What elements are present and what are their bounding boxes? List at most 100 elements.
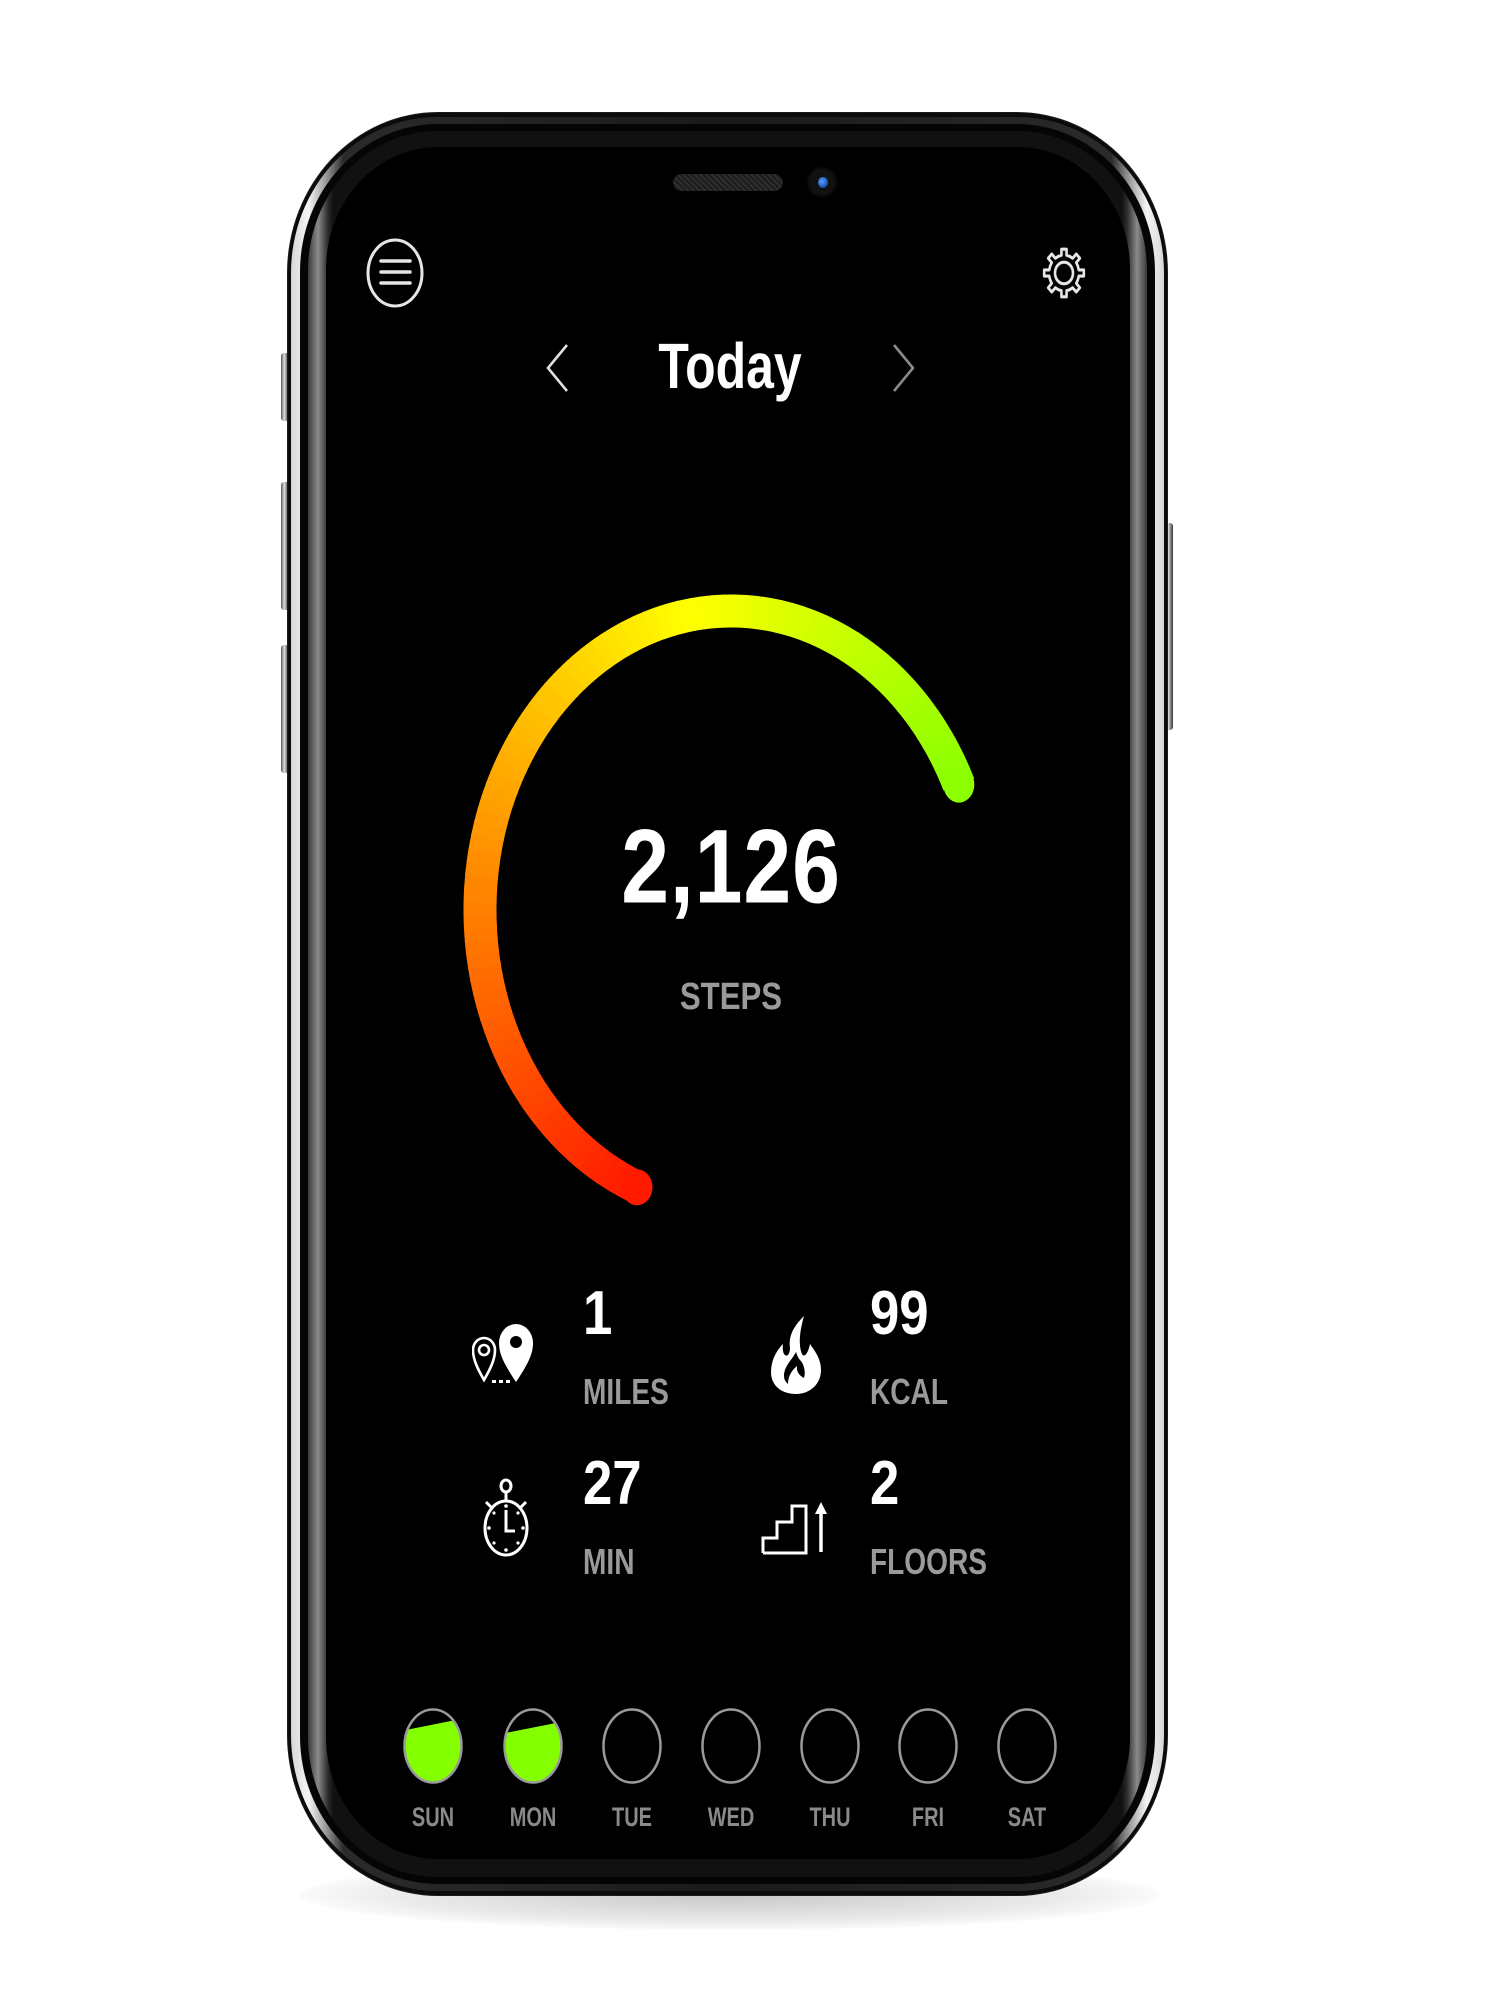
day-progress-circle <box>503 1708 563 1784</box>
gauge-arc-segment <box>753 596 772 631</box>
gauge-arc-segment <box>501 734 538 763</box>
day-progress-circle <box>898 1708 958 1784</box>
day-label: TUE <box>612 1802 652 1832</box>
gauge-arc-segment <box>528 692 564 724</box>
weekday-thu[interactable]: THU <box>800 1708 860 1832</box>
stat-unit: MIN <box>583 1541 635 1582</box>
gauge-arc-segment <box>499 1054 536 1083</box>
gauge-arc-segment <box>490 757 527 785</box>
gauge-arc-segment <box>873 662 907 696</box>
gauge-arc-segment <box>763 597 783 633</box>
gauge-arc-segment <box>653 603 676 640</box>
day-progress-fill <box>404 1718 462 1783</box>
gauge-arc-segment <box>507 723 544 753</box>
gauge-arc-segment <box>889 679 924 712</box>
gauge-arc-segment <box>620 616 648 652</box>
weekday-tue[interactable]: TUE <box>602 1708 662 1832</box>
gauge-arc-segment <box>896 689 932 721</box>
day-ring <box>602 1708 662 1784</box>
flame-icon <box>771 1316 821 1394</box>
steps-label: STEPS <box>679 976 783 1018</box>
gauge-arc-segment <box>596 1155 626 1191</box>
gauge-arc-segment <box>536 682 571 715</box>
gauge-arc-segment <box>881 670 916 704</box>
gauge-arc-segment <box>514 712 550 743</box>
weekday-mon[interactable]: MON <box>503 1708 563 1832</box>
stat-unit: KCAL <box>870 1371 948 1412</box>
stat-floors: 2 FLOORS <box>760 1450 1020 1590</box>
gauge-arc-segment <box>570 648 603 683</box>
day-progress-circle <box>800 1708 860 1784</box>
day-progress-circle <box>602 1708 662 1784</box>
gauge-arc-segment <box>463 925 498 943</box>
gauge-arc-segment <box>476 998 513 1022</box>
gauge-arc-segment <box>474 807 510 830</box>
day-ring <box>701 1708 761 1784</box>
day-label: SUN <box>411 1802 455 1832</box>
gauge-arc-segment <box>928 742 965 771</box>
gauge-arc-segment <box>512 1074 548 1105</box>
steps-count: 2,126 <box>621 808 841 926</box>
gauge-arc-segment <box>577 1142 609 1178</box>
gauge-arc-segment <box>533 1103 569 1135</box>
gauge-arc-segment <box>773 600 795 636</box>
gauge-arc-segment <box>489 1032 526 1059</box>
gauge-arc-segment <box>676 598 696 634</box>
gauge-arc-segment <box>465 859 500 879</box>
weekday-fri[interactable]: FRI <box>898 1708 958 1832</box>
gauge-arc-segment <box>470 974 506 996</box>
gauge-arc-segment <box>857 646 889 681</box>
day-ring <box>800 1708 860 1784</box>
stat-unit: FLOORS <box>870 1541 987 1582</box>
gauge-arc-segment <box>642 607 667 643</box>
gauge-arc-segment <box>466 950 501 970</box>
gauge-arc-segment <box>839 632 870 667</box>
weekday-wed[interactable]: WED <box>701 1708 761 1832</box>
gauge-arc-segment <box>544 673 579 706</box>
gauge-arc-segment <box>477 794 514 819</box>
gauge-arc-segment <box>610 621 638 657</box>
stat-calories: 99 KCAL <box>760 1280 1020 1420</box>
gauge-arc-segment <box>471 820 507 842</box>
earpiece-speaker <box>673 174 783 191</box>
gauge-arc-segment <box>580 640 611 676</box>
gauge-arc-segment <box>830 625 860 661</box>
gauge-arc-segment <box>463 886 498 903</box>
chevron-right-icon <box>892 344 915 392</box>
gauge-arc-segment <box>495 745 532 774</box>
weekday-sun[interactable]: SUN <box>403 1708 463 1832</box>
gauge-arc-segment <box>916 720 953 750</box>
stat-value: 99 <box>870 1279 929 1348</box>
gauge-arc-segment <box>802 610 828 646</box>
stat-value: 27 <box>583 1449 642 1518</box>
gauge-arc-segment <box>848 638 880 674</box>
next-day-button[interactable] <box>890 343 916 393</box>
gauge-arc-segment <box>821 620 849 656</box>
gauge-arc-segment <box>865 653 898 688</box>
gauge-arc-segment <box>526 1093 562 1125</box>
gauge-arc-segment <box>464 937 500 957</box>
gauge-arc-segment <box>468 833 504 854</box>
gauge-arc-segment <box>494 1043 531 1071</box>
camera-lens <box>818 177 828 188</box>
page-title: Today <box>658 330 802 402</box>
gauge-arc-segment <box>600 627 629 663</box>
day-progress-circle <box>403 1708 463 1784</box>
gauge-arc-segment <box>473 986 509 1009</box>
gauge-arc-segment <box>910 709 946 740</box>
gauge-arc-segment <box>561 655 594 690</box>
stat-value: 2 <box>870 1449 900 1518</box>
gear-icon[interactable] <box>1034 238 1094 308</box>
gauge-arc-segment <box>903 699 939 731</box>
hamburger-menu-icon[interactable] <box>365 238 425 308</box>
gauge-arc-segment <box>743 595 760 630</box>
day-ring <box>997 1708 1057 1784</box>
stat-active-minutes: 27 MIN <box>460 1450 720 1590</box>
weekday-sat[interactable]: SAT <box>997 1708 1057 1832</box>
gauge-arc-segment <box>552 664 586 698</box>
previous-day-button[interactable] <box>545 343 571 393</box>
gauge-arc-segment <box>664 600 686 636</box>
day-label: WED <box>707 1802 755 1832</box>
gauge-arc-segment <box>923 731 959 760</box>
gauge-arc-segment <box>521 702 557 733</box>
